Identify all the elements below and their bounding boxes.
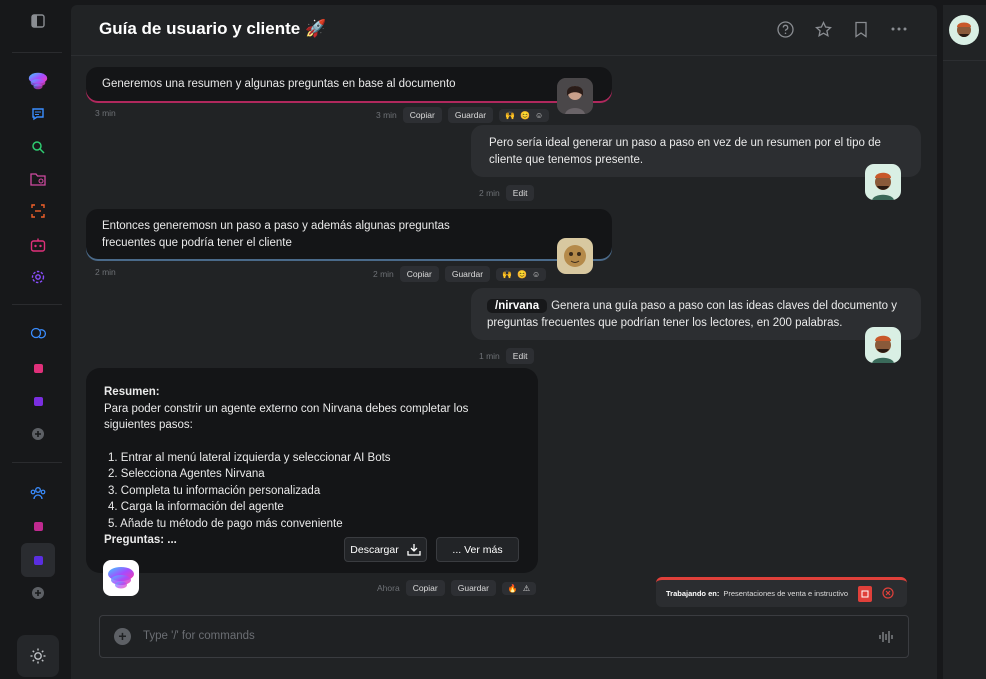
- message-time: 3 min: [95, 108, 116, 118]
- avatar: [865, 164, 901, 200]
- reaction-emoji[interactable]: 🙌: [502, 270, 512, 279]
- message-composer[interactable]: + Type '/' for commands: [99, 615, 909, 658]
- bookmark-icon[interactable]: [851, 19, 871, 39]
- copy-button[interactable]: Copiar: [402, 107, 442, 123]
- pdf-icon[interactable]: [858, 585, 872, 602]
- warning-icon[interactable]: ⚠: [523, 584, 530, 593]
- folder-star-icon[interactable]: [27, 168, 49, 190]
- reaction-emoji[interactable]: 😊: [520, 111, 530, 120]
- message-actions: 3 min Copiar Guardar 🙌 😊 ☺: [376, 107, 550, 123]
- collapse-sidebar-icon[interactable]: [27, 10, 49, 32]
- reactions[interactable]: 🔥 ⚠: [501, 581, 537, 595]
- bot-icon[interactable]: [27, 234, 49, 256]
- star-icon[interactable]: [813, 19, 833, 39]
- message-input[interactable]: Type '/' for commands: [143, 630, 255, 642]
- add-workspace-icon[interactable]: [27, 423, 49, 445]
- fire-emoji[interactable]: 🔥: [508, 584, 518, 593]
- download-button[interactable]: Descargar: [344, 537, 427, 562]
- message-actions: 1 min Edit: [479, 348, 535, 364]
- chats-icon[interactable]: [27, 323, 49, 345]
- add-reaction-icon[interactable]: ☺: [535, 111, 543, 120]
- more-icon[interactable]: [889, 19, 909, 39]
- divider: [12, 462, 62, 463]
- add-reaction-icon[interactable]: ☺: [532, 270, 540, 279]
- answer-heading: Resumen:: [104, 386, 160, 398]
- search-icon[interactable]: [27, 136, 49, 158]
- reactions[interactable]: 🙌 😊 ☺: [496, 267, 547, 281]
- save-button[interactable]: Guardar: [444, 266, 491, 282]
- workspace-purple-icon[interactable]: [27, 390, 49, 412]
- close-icon[interactable]: [882, 586, 894, 601]
- see-more-label: ... Ver más: [452, 543, 503, 556]
- divider: [943, 60, 986, 61]
- working-label: Trabajando en:: [666, 589, 720, 598]
- save-button[interactable]: Guardar: [450, 580, 496, 596]
- add-team-icon[interactable]: [27, 582, 49, 604]
- help-icon[interactable]: [775, 19, 795, 39]
- message-actions: 2 min Edit: [479, 185, 535, 201]
- message-text: Generemos una resumen y algunas pregunta…: [102, 78, 456, 90]
- user-avatar[interactable]: [949, 15, 979, 45]
- message-time: 2 min: [479, 188, 500, 198]
- message-text: Pero sería ideal generar un paso a paso …: [489, 137, 881, 166]
- message-time: 2 min: [373, 269, 394, 279]
- team-pink-icon[interactable]: [27, 515, 49, 537]
- download-icon: [407, 544, 421, 556]
- avatar: [865, 327, 901, 363]
- answer-step: 4. Carga la información del agente: [108, 501, 284, 513]
- message-bubble: Generemos una resumen y algunas pregunta…: [86, 67, 612, 101]
- nirvana-logo-icon[interactable]: [27, 70, 49, 92]
- message-time: 3 min: [376, 110, 397, 120]
- reaction-emoji[interactable]: 🙌: [505, 111, 515, 120]
- message-time: Ahora: [377, 583, 400, 593]
- save-button[interactable]: Guardar: [447, 107, 494, 123]
- workspace-pink-icon[interactable]: [27, 357, 49, 379]
- message-bubble: /nirvana Genera una guía paso a paso con …: [471, 288, 921, 340]
- answer-intro: Para poder constrir un agente externo co…: [104, 402, 469, 432]
- reaction-emoji[interactable]: 😊: [517, 270, 527, 279]
- edit-button[interactable]: Edit: [505, 348, 535, 364]
- team-purple-icon[interactable]: [27, 549, 49, 571]
- message-actions: Ahora Copiar Guardar 🔥 ⚠: [377, 580, 537, 596]
- add-attachment-icon[interactable]: +: [114, 628, 131, 645]
- answer-step: 3. Completa tu información personalizada: [108, 484, 321, 497]
- right-panel: [943, 5, 986, 679]
- divider: [12, 304, 62, 305]
- copy-button[interactable]: Copiar: [405, 580, 445, 596]
- command-tag: /nirvana: [487, 299, 548, 313]
- message-bubble: Entonces generemosn un paso a paso y ade…: [86, 209, 612, 259]
- message-bubble: Pero sería ideal generar un paso a paso …: [471, 125, 921, 177]
- answer-step: 2. Selecciona Agentes Nirvana: [108, 468, 265, 480]
- answer-step: 1. Entrar al menú lateral izquierda y se…: [108, 451, 391, 464]
- left-rail: [0, 0, 70, 679]
- message-time: 2 min: [95, 267, 116, 277]
- divider: [12, 52, 62, 53]
- message-text: Entonces generemosn un paso a paso y ade…: [102, 220, 450, 249]
- message-time: 1 min: [479, 351, 500, 361]
- avatar: [557, 78, 593, 114]
- avatar: [557, 238, 593, 274]
- download-label: Descargar: [350, 543, 399, 556]
- working-document: Presentaciones de venta e instructivo: [723, 589, 848, 598]
- see-more-button[interactable]: ... Ver más: [436, 537, 519, 562]
- answer-step: 5. Añade tu método de pago más convenien…: [108, 517, 343, 530]
- sun-icon: [30, 648, 46, 664]
- message-actions: 2 min Copiar Guardar 🙌 😊 ☺: [373, 266, 547, 282]
- edit-button[interactable]: Edit: [505, 185, 535, 201]
- copy-button[interactable]: Copiar: [399, 266, 439, 282]
- message-text: Genera una guía paso a paso con las idea…: [487, 300, 897, 329]
- settings-icon[interactable]: [27, 266, 49, 288]
- team-icon[interactable]: [27, 482, 49, 504]
- voice-icon[interactable]: [878, 629, 894, 650]
- chat-panel: Guía de usuario y cliente 🚀 Generemos un…: [71, 5, 937, 679]
- theme-toggle-button[interactable]: [17, 635, 59, 677]
- scan-icon[interactable]: [27, 200, 49, 222]
- working-on-banner: Trabajando en: Presentaciones de venta e…: [656, 577, 907, 607]
- chat-icon[interactable]: [27, 103, 49, 125]
- reactions[interactable]: 🙌 😊 ☺: [499, 108, 550, 122]
- page-title: Guía de usuario y cliente 🚀: [99, 19, 327, 38]
- nirvana-bot-avatar: [103, 560, 139, 596]
- header-divider: [71, 55, 937, 56]
